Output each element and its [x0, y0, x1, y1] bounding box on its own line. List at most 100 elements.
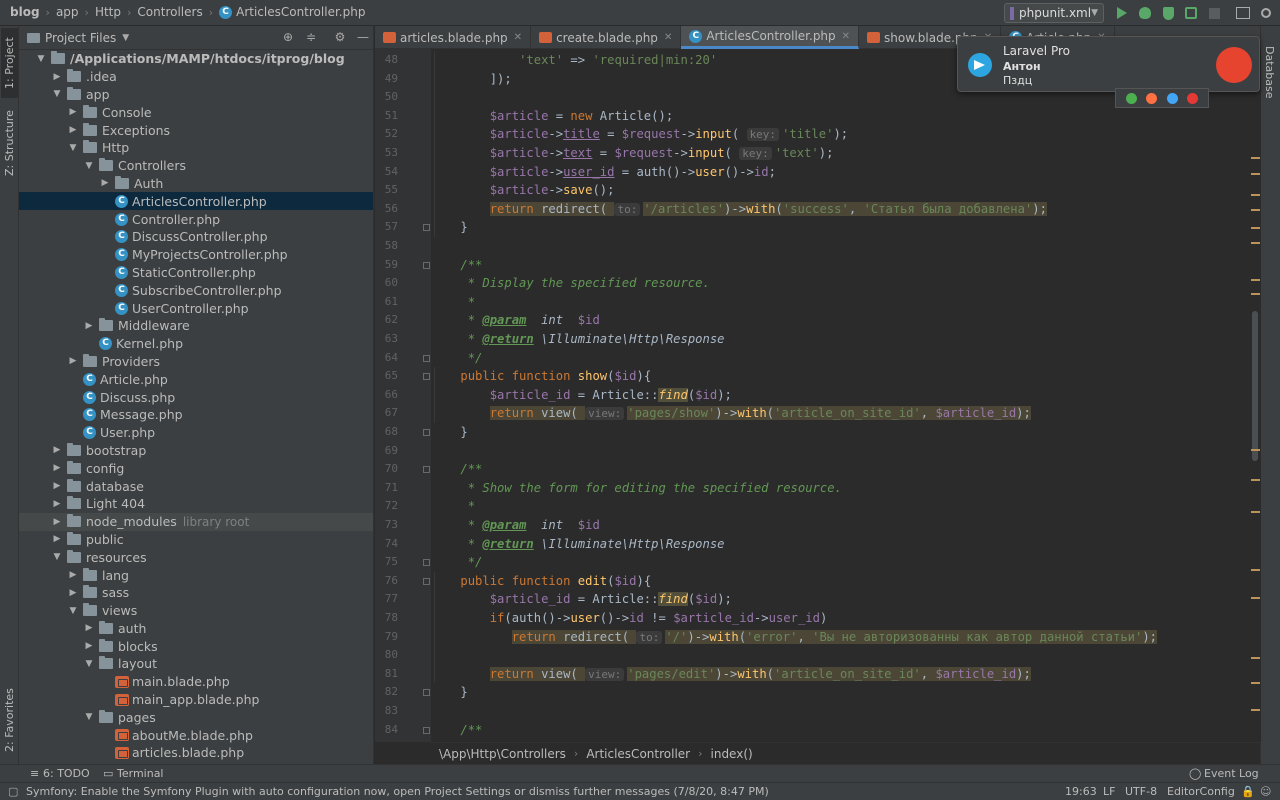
namespace-crumb[interactable]: \App\Http\Controllers	[439, 747, 566, 761]
tree-item[interactable]: articles.blade.php	[19, 744, 373, 762]
tree-item[interactable]: ▼ resources	[19, 548, 373, 566]
crumb-file[interactable]: ArticlesController.php	[236, 5, 365, 19]
code-line[interactable]: *	[431, 497, 475, 516]
line-number[interactable]: 74	[385, 535, 398, 554]
opera-icon[interactable]	[1187, 92, 1199, 104]
lock-icon[interactable]: 🔒	[1241, 785, 1255, 798]
code-editor[interactable]: 'text' => 'required|min:20' ]); $article…	[431, 49, 1261, 742]
chevron-down-icon[interactable]: ▼	[67, 143, 79, 153]
tree-item[interactable]: ▼ /Applications/MAMP/htdocs/itprog/blog	[19, 50, 373, 68]
line-number[interactable]: 77	[385, 590, 398, 609]
code-line[interactable]: * Show the form for editing the specifie…	[431, 479, 842, 498]
chevron-right-icon[interactable]: ▶	[51, 481, 63, 491]
tree-item[interactable]: ▶ Exceptions	[19, 121, 373, 139]
code-line[interactable]: /**	[431, 256, 482, 275]
minimize-icon[interactable]: —	[356, 30, 370, 44]
code-line[interactable]: * @param int $id	[431, 311, 600, 330]
tree-item[interactable]: ▶ Providers	[19, 353, 373, 371]
caret-position[interactable]: 19:63	[1065, 785, 1097, 798]
tree-item[interactable]: ▶ Console	[19, 103, 373, 121]
crumb-app[interactable]: app	[56, 5, 79, 19]
code-line[interactable]: $article->save();	[431, 181, 615, 200]
frame-button[interactable]	[1235, 5, 1251, 21]
tree-item[interactable]: ▼ layout	[19, 655, 373, 673]
line-number[interactable]: 53	[385, 144, 398, 163]
line-number[interactable]: 58	[385, 237, 398, 256]
line-number[interactable]: 75	[385, 553, 398, 572]
code-line[interactable]: $article_id = Article::find($id);	[431, 590, 732, 609]
tree-item[interactable]: main.blade.php	[19, 673, 373, 691]
code-line[interactable]: *	[431, 293, 475, 312]
line-number[interactable]: 79	[385, 628, 398, 647]
fold-marker-icon[interactable]	[423, 354, 430, 362]
line-number[interactable]: 72	[385, 497, 398, 516]
chevron-right-icon[interactable]: ▶	[67, 588, 79, 598]
profile-button[interactable]	[1183, 5, 1199, 21]
method-crumb[interactable]: index()	[711, 747, 753, 761]
editor-tab[interactable]: C ArticlesController.php ✕	[681, 26, 860, 49]
tree-item[interactable]: ▶ blocks	[19, 637, 373, 655]
tree-item[interactable]: C MyProjectsController.php	[19, 246, 373, 264]
chevron-right-icon[interactable]: ▶	[83, 641, 95, 651]
line-number[interactable]: 83	[385, 702, 398, 721]
fold-marker-icon[interactable]	[423, 224, 430, 232]
fold-marker-icon[interactable]	[423, 261, 430, 269]
coverage-button[interactable]	[1160, 5, 1176, 21]
tree-item[interactable]: C DiscussController.php	[19, 228, 373, 246]
tool-tab-database[interactable]: Database	[1263, 46, 1276, 99]
chevron-right-icon[interactable]: ▶	[51, 517, 63, 527]
editor-tab[interactable]: articles.blade.php ✕	[375, 26, 532, 49]
chevron-right-icon[interactable]: ▶	[67, 570, 79, 580]
code-line[interactable]: * @return \Illuminate\Http\Response	[431, 330, 725, 349]
tree-item[interactable]: ▼ Controllers	[19, 157, 373, 175]
tree-item[interactable]: main_app.blade.php	[19, 691, 373, 709]
code-line[interactable]: }	[431, 423, 467, 442]
code-line[interactable]: 'text' => 'required|min:20'	[431, 51, 717, 70]
tree-item[interactable]: aboutMe.blade.php	[19, 726, 373, 744]
run-configuration-select[interactable]: phpunit.xml ▼	[1004, 3, 1104, 23]
tree-item[interactable]: ▼ pages	[19, 708, 373, 726]
line-number[interactable]: 76	[385, 572, 398, 591]
chevron-down-icon[interactable]: ▼	[51, 89, 63, 99]
tree-item[interactable]: C UserController.php	[19, 299, 373, 317]
project-view-title[interactable]: Project Files	[45, 31, 116, 45]
close-icon[interactable]: ✕	[514, 32, 522, 43]
code-line[interactable]: return view( view:'pages/show')->with('a…	[431, 404, 1031, 423]
locate-icon[interactable]: ⊕	[281, 30, 295, 44]
code-line[interactable]: $article = new Article();	[431, 107, 673, 126]
code-line[interactable]: $article->user_id = auth()->user()->id;	[431, 163, 776, 182]
line-number[interactable]: 56	[385, 200, 398, 219]
line-number[interactable]: 50	[385, 88, 398, 107]
gear-icon[interactable]: ⚙	[333, 30, 347, 44]
line-number[interactable]: 62	[385, 311, 398, 330]
tool-tab-terminal[interactable]: Terminal	[117, 767, 164, 780]
line-number[interactable]: 73	[385, 516, 398, 535]
tree-item[interactable]: ▶ bootstrap	[19, 442, 373, 460]
fold-marker-icon[interactable]	[423, 689, 430, 697]
chevron-right-icon[interactable]: ▶	[51, 463, 63, 473]
code-line[interactable]: return view( view:'pages/edit')->with('a…	[431, 665, 1031, 684]
chevron-right-icon[interactable]: ▶	[67, 107, 79, 117]
line-number[interactable]: 57	[385, 218, 398, 237]
code-line[interactable]: /**	[431, 721, 482, 740]
code-line[interactable]: }	[431, 218, 467, 237]
tree-item[interactable]: ▶ Auth	[19, 175, 373, 193]
code-line[interactable]: $article->text = $request->input( key:'t…	[431, 144, 833, 163]
chevron-right-icon[interactable]: ▶	[67, 356, 79, 366]
fold-marker-icon[interactable]	[423, 466, 430, 474]
line-number[interactable]: 64	[385, 349, 398, 368]
tree-item[interactable]: C Message.php	[19, 406, 373, 424]
tree-item[interactable]: ▶ Middleware	[19, 317, 373, 335]
line-number[interactable]: 80	[385, 646, 398, 665]
tree-item[interactable]: ▶ database	[19, 477, 373, 495]
chevron-right-icon[interactable]: ▶	[51, 445, 63, 455]
line-number[interactable]: 84	[385, 721, 398, 740]
chevron-right-icon[interactable]: ▶	[51, 72, 63, 82]
inspector-icon[interactable]: ☺	[1260, 785, 1271, 798]
chevron-down-icon[interactable]: ▼	[67, 606, 79, 616]
line-number[interactable]: 59	[385, 256, 398, 275]
debug-button[interactable]	[1137, 5, 1153, 21]
safari-icon[interactable]	[1166, 92, 1178, 104]
tool-tab-event-log[interactable]: Event Log	[1204, 767, 1259, 780]
tool-tab-structure[interactable]: Z: Structure	[1, 104, 18, 182]
